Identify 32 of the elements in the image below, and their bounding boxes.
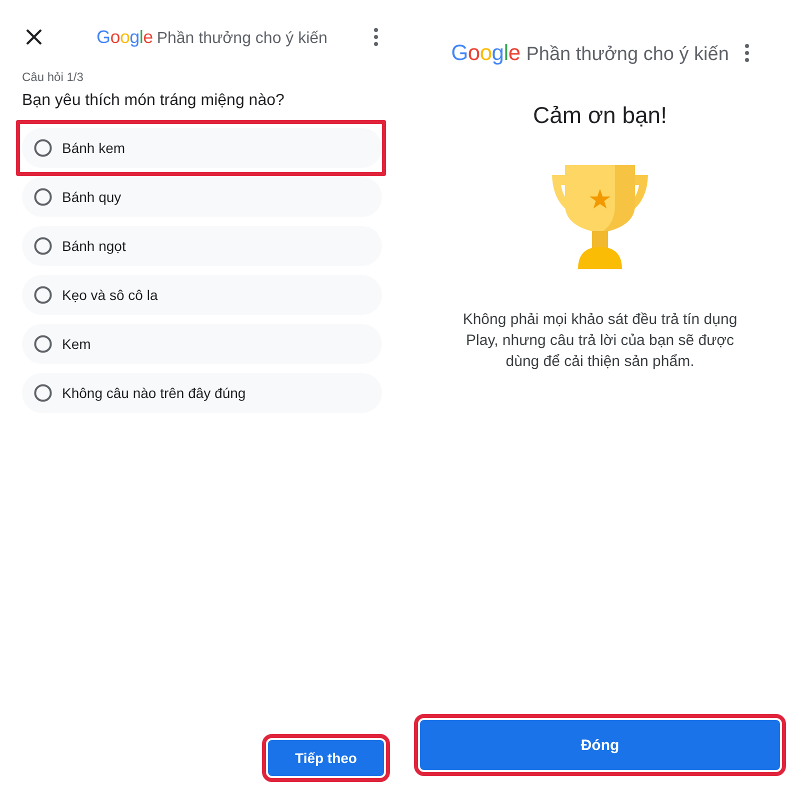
- radio-button-icon[interactable]: [34, 237, 52, 255]
- question-counter: Câu hỏi 1/3: [22, 70, 84, 84]
- next-button[interactable]: Tiếp theo: [268, 740, 384, 776]
- radio-button-icon[interactable]: [34, 335, 52, 353]
- option-label: Không câu nào trên đây đúng: [62, 385, 246, 401]
- more-icon[interactable]: [744, 44, 749, 62]
- option-label: Bánh kem: [62, 140, 126, 156]
- info-message: Không phải mọi khảo sát đều trả tín dụng Play, nhưng câu trả lời của bạn sẽ được dùng để cải thiện sản phẩm.: [462, 310, 738, 372]
- option-label: Kem: [62, 336, 91, 352]
- option-label: Bánh ngọt: [62, 238, 126, 254]
- app-title: Phần thưởng cho ý kiến: [156, 30, 328, 48]
- option-label: Bánh quy: [62, 189, 122, 205]
- app-title: Phần thưởng cho ý kiến: [526, 44, 729, 66]
- close-button[interactable]: Đóng: [420, 720, 780, 770]
- thanks-title: Cảm ơn bạn!: [533, 102, 667, 129]
- logo-text: Google: [451, 40, 520, 66]
- trophy-icon: [549, 165, 651, 269]
- more-icon[interactable]: [374, 28, 378, 46]
- close-icon[interactable]: [26, 29, 42, 45]
- answer-option[interactable]: Kem: [22, 324, 382, 364]
- answer-option[interactable]: Bánh kem: [22, 128, 382, 168]
- radio-button-icon[interactable]: [34, 188, 52, 206]
- answer-option[interactable]: Bánh ngọt: [22, 226, 382, 266]
- answer-option[interactable]: Bánh quy: [22, 177, 382, 217]
- answer-option[interactable]: Không câu nào trên đây đúng: [22, 373, 382, 413]
- radio-button-icon[interactable]: [34, 286, 52, 304]
- question-text: Bạn yêu thích món tráng miệng nào?: [22, 92, 286, 110]
- radio-button-icon[interactable]: [34, 139, 52, 157]
- option-label: Kẹo và sô cô la: [62, 287, 158, 303]
- radio-button-icon[interactable]: [34, 384, 52, 402]
- answer-option[interactable]: Kẹo và sô cô la: [22, 275, 382, 315]
- logo-text: Google: [96, 26, 153, 48]
